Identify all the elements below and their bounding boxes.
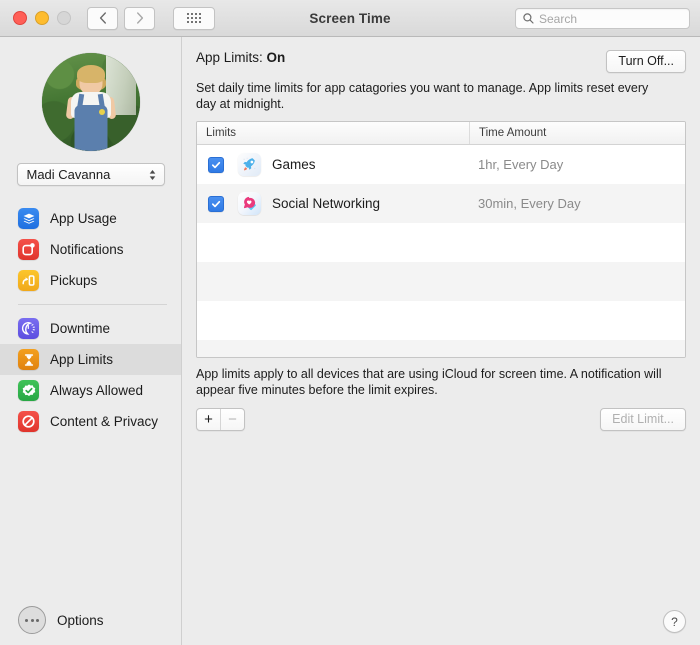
- table-row-empty: [197, 340, 685, 358]
- column-header-limits[interactable]: Limits: [197, 127, 469, 139]
- close-window-button[interactable]: [13, 11, 27, 25]
- sidebar-item-pickups[interactable]: Pickups: [0, 265, 181, 296]
- user-name-label: Madi Cavanna: [18, 167, 111, 182]
- table-header-row: Limits Time Amount: [197, 122, 685, 145]
- sidebar-divider: [18, 304, 167, 305]
- search-input[interactable]: [539, 12, 669, 26]
- rocket-icon: [238, 153, 261, 176]
- limits-cell: Social Networking: [197, 192, 469, 215]
- category-name: Social Networking: [272, 196, 380, 211]
- app-limits-state: On: [267, 50, 286, 65]
- forward-button[interactable]: [124, 7, 155, 30]
- search-icon: [523, 13, 534, 24]
- traffic-light-group: [13, 11, 71, 25]
- add-remove-group: + −: [196, 408, 245, 431]
- window-body: Madi Cavanna: [0, 37, 700, 645]
- forward-chevron-icon: [136, 12, 144, 24]
- footer-note: App limits apply to all devices that are…: [196, 366, 666, 398]
- check-badge-icon: [18, 380, 39, 401]
- prohibition-icon: [18, 411, 39, 432]
- header-row: App Limits: On Turn Off...: [196, 37, 686, 73]
- sidebar-item-label: Always Allowed: [50, 383, 143, 398]
- time-amount-value: 30min, Every Day: [469, 196, 685, 211]
- show-all-preferences-button[interactable]: [173, 7, 215, 30]
- window-titlebar: Screen Time: [0, 0, 700, 37]
- grid-icon: [187, 13, 201, 23]
- row-checkbox[interactable]: [208, 196, 224, 212]
- options-label: Options: [57, 613, 104, 628]
- avatar-hair: [77, 65, 105, 83]
- ellipsis-circle-icon: [18, 606, 46, 634]
- avatar: [42, 53, 140, 151]
- back-button[interactable]: [87, 7, 118, 30]
- footer-controls: + − Edit Limit...: [196, 408, 686, 431]
- screen-time-window: Screen Time: [0, 0, 700, 645]
- category-name: Games: [272, 157, 316, 172]
- phone-pickup-icon: [18, 270, 39, 291]
- table-row[interactable]: Social Networking 30min, Every Day: [197, 184, 685, 223]
- minimize-window-button[interactable]: [35, 11, 49, 25]
- user-select-popup[interactable]: Madi Cavanna: [17, 163, 165, 186]
- column-header-time-amount[interactable]: Time Amount: [469, 122, 685, 144]
- back-chevron-icon: [99, 12, 107, 24]
- sidebar-list: App Usage Notifications: [0, 203, 181, 437]
- sidebar-item-label: Notifications: [50, 242, 124, 257]
- avatar-container: [0, 37, 181, 151]
- sidebar-item-content-privacy[interactable]: Content & Privacy: [0, 406, 181, 437]
- table-row-empty: [197, 223, 685, 262]
- navigation-button-group: [87, 7, 215, 30]
- remove-limit-button[interactable]: −: [220, 409, 244, 430]
- zoom-window-button[interactable]: [57, 11, 71, 25]
- social-chat-icon: [238, 192, 261, 215]
- turn-off-button[interactable]: Turn Off...: [606, 50, 686, 73]
- help-button[interactable]: ?: [663, 610, 686, 633]
- page-title-prefix: App Limits:: [196, 50, 267, 65]
- limits-table: Limits Time Amount: [196, 121, 686, 358]
- edit-limit-button[interactable]: Edit Limit...: [600, 408, 686, 431]
- chevron-updown-icon: [148, 168, 157, 182]
- table-row-empty: [197, 262, 685, 301]
- sidebar-item-label: Content & Privacy: [50, 414, 158, 429]
- page-title: App Limits: On: [196, 50, 285, 65]
- layers-icon: [18, 208, 39, 229]
- sidebar-item-app-limits[interactable]: App Limits: [0, 344, 181, 375]
- main-pane: App Limits: On Turn Off... Set daily tim…: [182, 37, 700, 645]
- row-checkbox[interactable]: [208, 157, 224, 173]
- sidebar-item-label: App Usage: [50, 211, 117, 226]
- hourglass-icon: [18, 349, 39, 370]
- time-amount-value: 1hr, Every Day: [469, 157, 685, 172]
- search-field[interactable]: [515, 8, 690, 29]
- sidebar-item-downtime[interactable]: Downtime: [0, 313, 181, 344]
- table-row[interactable]: Games 1hr, Every Day: [197, 145, 685, 184]
- table-row-empty: [197, 301, 685, 340]
- sidebar: Madi Cavanna: [0, 37, 182, 645]
- sidebar-item-label: Downtime: [50, 321, 110, 336]
- sidebar-item-options[interactable]: Options: [0, 606, 181, 634]
- page-description: Set daily time limits for app catagories…: [196, 80, 662, 112]
- sidebar-item-always-allowed[interactable]: Always Allowed: [0, 375, 181, 406]
- sidebar-item-label: Pickups: [50, 273, 97, 288]
- notification-badge-icon: [18, 239, 39, 260]
- avatar-flower: [99, 109, 105, 115]
- sidebar-item-app-usage[interactable]: App Usage: [0, 203, 181, 234]
- sidebar-item-label: App Limits: [50, 352, 113, 367]
- sidebar-item-notifications[interactable]: Notifications: [0, 234, 181, 265]
- add-limit-button[interactable]: +: [197, 409, 220, 430]
- limits-cell: Games: [197, 153, 469, 176]
- moon-clock-icon: [18, 318, 39, 339]
